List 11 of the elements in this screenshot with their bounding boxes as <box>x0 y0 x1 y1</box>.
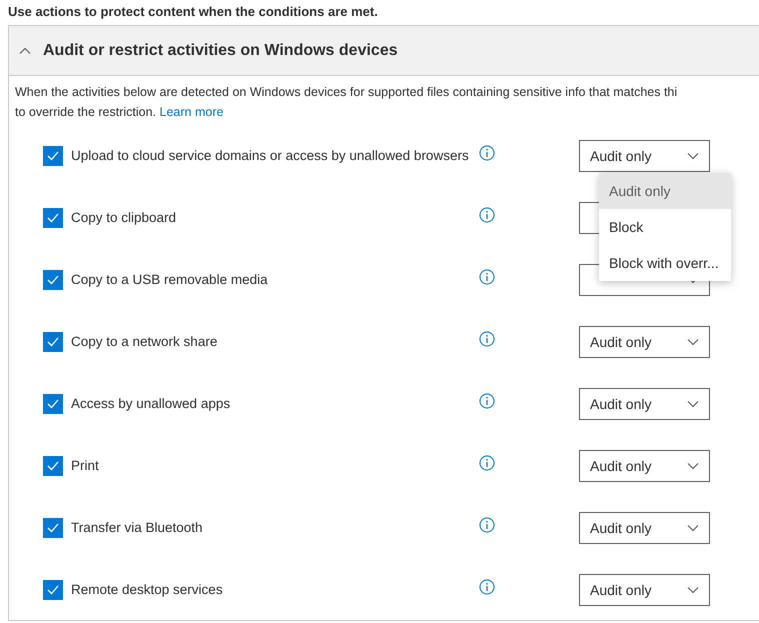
activity-label: Remote desktop services <box>71 580 224 599</box>
activity-label: Copy to a USB removable media <box>71 270 269 289</box>
activity-label: Copy to a network share <box>71 332 218 351</box>
intro-text: Use actions to protect content when the conditions are met. <box>7 3 379 21</box>
description-text: to override the restriction. <box>15 105 156 119</box>
activity-label: Upload to cloud service domains or access by unallowed browsers <box>71 146 470 165</box>
activity-label: Access by unallowed apps <box>71 394 232 413</box>
activity-label: Print <box>71 456 100 475</box>
activity-label: Transfer via Bluetooth <box>71 518 204 537</box>
activity-label: Copy to clipboard <box>71 208 178 227</box>
description-text: When the activities below are detected on Windows devices for supported files containing sensitive info that matches thi <box>15 84 678 101</box>
